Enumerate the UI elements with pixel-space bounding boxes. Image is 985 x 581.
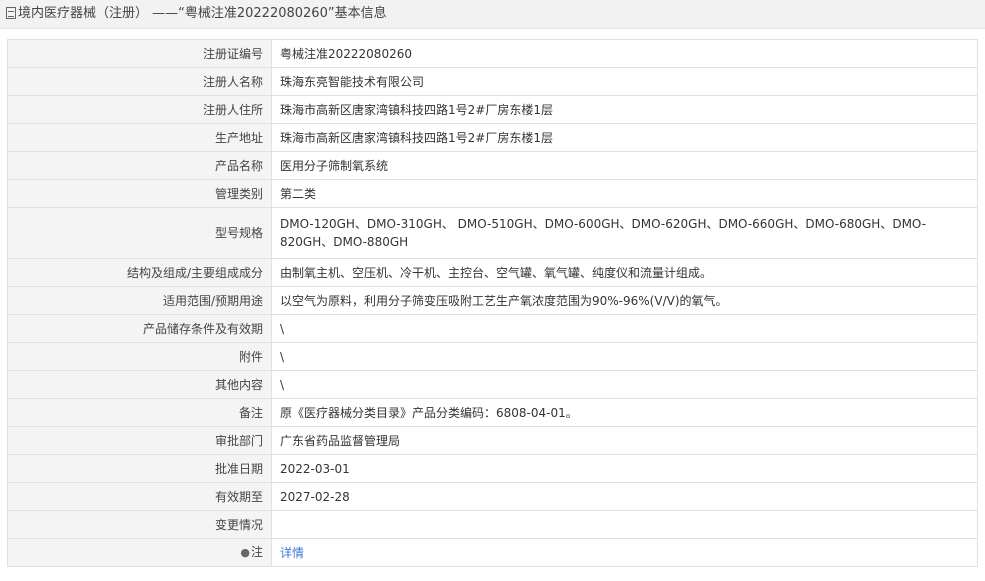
details-link[interactable]: 详情 [280,546,304,560]
row-label-registrant-name: 注册人名称 [7,67,272,96]
table-row: 管理类别 第二类 [7,179,978,208]
lightbulb-icon: ● [240,546,250,559]
table-row: 注册人住所 珠海市高新区唐家湾镇科技四路1号2#厂房东楼1层 [7,95,978,124]
row-value-attachment: \ [271,342,978,371]
row-label-product-name: 产品名称 [7,151,272,180]
table-row: 批准日期 2022-03-01 [7,454,978,483]
row-value-model-spec: DMO-120GH、DMO-310GH、 DMO-510GH、DMO-600GH… [271,207,978,259]
table-row: 其他内容 \ [7,370,978,399]
row-label-valid-until: 有效期至 [7,482,272,511]
row-value-registration-number: 粤械注准20222080260 [271,39,978,68]
row-label-registrant-address: 注册人住所 [7,95,272,124]
row-label-attachment: 附件 [7,342,272,371]
row-value-registrant-address: 珠海市高新区唐家湾镇科技四路1号2#厂房东楼1层 [271,95,978,124]
row-value-approval-date: 2022-03-01 [271,454,978,483]
row-value-structure-composition: 由制氧主机、空压机、冷干机、主控台、空气罐、氧气罐、纯度仪和流量计组成。 [271,258,978,287]
row-label-note: ●注 [7,538,272,567]
table-row: 适用范围/预期用途 以空气为原料，利用分子筛变压吸附工艺生产氧浓度范围为90%-… [7,286,978,315]
row-label-storage-validity: 产品储存条件及有效期 [7,314,272,343]
table-row: 有效期至 2027-02-28 [7,482,978,511]
row-value-approval-department: 广东省药品监督管理局 [271,426,978,455]
table-row: 变更情况 [7,510,978,539]
page-title: 境内医疗器械（注册） ——“粤械注准20222080260”基本信息 [18,6,387,21]
table-row: 生产地址 珠海市高新区唐家湾镇科技四路1号2#厂房东楼1层 [7,123,978,152]
table-row: 备注 原《医疗器械分类目录》产品分类编码：6808-04-01。 [7,398,978,427]
row-label-management-category: 管理类别 [7,179,272,208]
row-label-approval-date: 批准日期 [7,454,272,483]
row-label-remarks: 备注 [7,398,272,427]
row-label-other-content: 其他内容 [7,370,272,399]
table-row: ●注 详情 [7,538,978,567]
row-label-change-status: 变更情况 [7,510,272,539]
row-label-structure-composition: 结构及组成/主要组成成分 [7,258,272,287]
registration-info-table: 注册证编号 粤械注准20222080260 注册人名称 珠海东亮智能技术有限公司… [7,39,978,567]
row-value-valid-until: 2027-02-28 [271,482,978,511]
row-value-product-name: 医用分子筛制氧系统 [271,151,978,180]
table-row: 产品名称 医用分子筛制氧系统 [7,151,978,180]
row-label-production-address: 生产地址 [7,123,272,152]
table-row: 产品储存条件及有效期 \ [7,314,978,343]
row-label-registration-number: 注册证编号 [7,39,272,68]
row-value-note: 详情 [271,538,978,567]
table-row: 注册证编号 粤械注准20222080260 [7,39,978,68]
row-label-approval-department: 审批部门 [7,426,272,455]
table-row: 型号规格 DMO-120GH、DMO-310GH、 DMO-510GH、DMO-… [7,207,978,259]
row-value-change-status [271,510,978,539]
table-row: 审批部门 广东省药品监督管理局 [7,426,978,455]
row-value-other-content: \ [271,370,978,399]
document-icon [6,7,16,19]
table-row: 注册人名称 珠海东亮智能技术有限公司 [7,67,978,96]
row-value-production-address: 珠海市高新区唐家湾镇科技四路1号2#厂房东楼1层 [271,123,978,152]
row-value-management-category: 第二类 [271,179,978,208]
row-value-remarks: 原《医疗器械分类目录》产品分类编码：6808-04-01。 [271,398,978,427]
note-label: 注 [250,545,263,559]
row-value-intended-use: 以空气为原料，利用分子筛变压吸附工艺生产氧浓度范围为90%-96%(V/V)的氧… [271,286,978,315]
table-row: 附件 \ [7,342,978,371]
row-value-registrant-name: 珠海东亮智能技术有限公司 [271,67,978,96]
row-value-storage-validity: \ [271,314,978,343]
row-label-intended-use: 适用范围/预期用途 [7,286,272,315]
table-row: 结构及组成/主要组成成分 由制氧主机、空压机、冷干机、主控台、空气罐、氧气罐、纯… [7,258,978,287]
row-label-model-spec: 型号规格 [7,207,272,259]
page-header: 境内医疗器械（注册） ——“粤械注准20222080260”基本信息 [0,0,985,29]
